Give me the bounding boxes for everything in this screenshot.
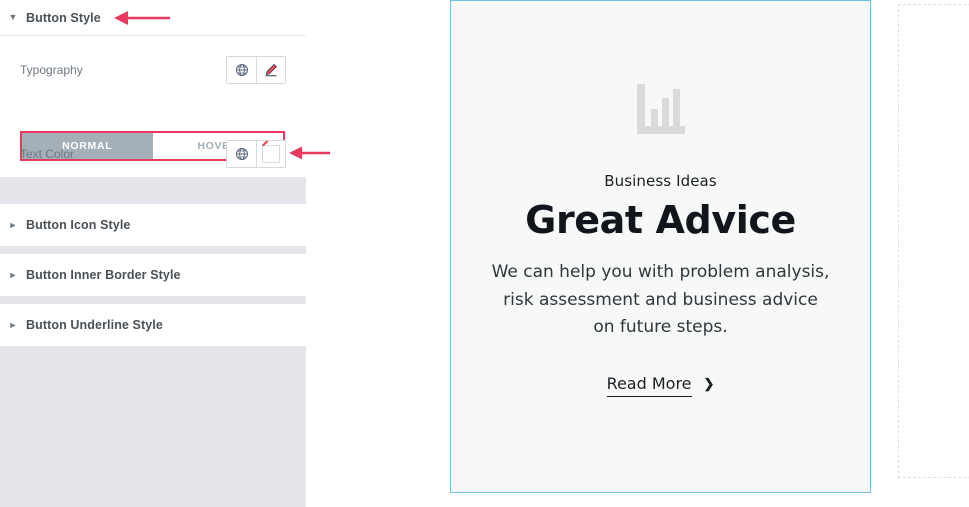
text-color-buttons [226, 140, 286, 168]
read-more-button[interactable]: Read More ❯ [606, 374, 715, 398]
caret-right-icon: ► [8, 269, 18, 280]
globe-icon-button-text-color[interactable] [227, 141, 256, 167]
section-title-button-style: Button Style [26, 10, 101, 25]
edit-typography-button[interactable] [256, 57, 285, 83]
section-title-button-inner-border-style: Button Inner Border Style [26, 268, 181, 282]
read-more-label: Read More [606, 374, 692, 398]
section-header-button-inner-border-style[interactable]: ► Button Inner Border Style [0, 254, 306, 296]
button-style-controls: Typography NORMAL HOVER Text Color [0, 36, 306, 178]
preview-canvas: Business Ideas Great Advice We can help … [306, 0, 969, 507]
typography-buttons [226, 56, 286, 84]
color-swatch-button[interactable] [256, 141, 285, 167]
card-headline: Great Advice [525, 198, 796, 242]
globe-icon-button-typography[interactable] [227, 57, 256, 83]
control-row-text-color: Text Color [20, 140, 286, 168]
card-body-text: We can help you with problem analysis, r… [491, 262, 830, 338]
control-row-typography: Typography [20, 56, 286, 84]
section-header-button-style[interactable]: ▼ Button Style [0, 0, 306, 36]
caret-right-icon: ► [8, 219, 18, 230]
settings-panel: ▼ Button Style Typography NORMAL HOVER T… [0, 0, 306, 507]
bar-chart-icon-wrap [451, 84, 870, 134]
caret-right-icon: ► [8, 319, 18, 330]
typography-label: Typography [20, 63, 83, 77]
pencil-icon [265, 64, 277, 77]
read-more-wrap: Read More ❯ [451, 374, 870, 398]
empty-column-placeholder[interactable] [898, 4, 969, 478]
selected-widget-card[interactable]: Business Ideas Great Advice We can help … [450, 0, 871, 493]
card-eyebrow: Business Ideas [604, 172, 717, 190]
bar-chart-icon [636, 84, 685, 134]
text-color-label: Text Color [20, 147, 75, 161]
section-title-button-underline-style: Button Underline Style [26, 318, 163, 332]
caret-down-icon: ▼ [8, 12, 18, 22]
globe-icon [235, 64, 248, 76]
chevron-right-icon: ❯ [703, 375, 715, 391]
section-title-button-icon-style: Button Icon Style [26, 218, 131, 232]
section-header-button-icon-style[interactable]: ► Button Icon Style [0, 204, 306, 246]
globe-icon [235, 148, 248, 160]
section-header-button-underline-style[interactable]: ► Button Underline Style [0, 304, 306, 346]
no-color-swatch-icon [262, 145, 280, 163]
